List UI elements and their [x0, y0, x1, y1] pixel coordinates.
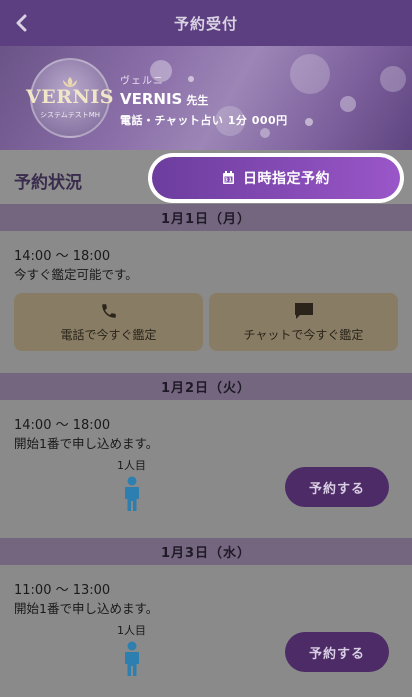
chat-now-label: チャットで今すぐ鑑定: [243, 327, 364, 342]
time-range: 14:00 〜 18:00: [14, 249, 111, 264]
day-section: 14:00 〜 18:00 今すぐ鑑定可能です。 電話で今すぐ鑑定 チャットで今…: [0, 231, 412, 373]
day-header: 1月2日（火）: [0, 373, 412, 400]
svg-text:31: 31: [225, 178, 233, 184]
reserve-button[interactable]: 予約する: [285, 632, 389, 672]
day-header: 1月3日（水）: [0, 538, 412, 565]
reserve-button[interactable]: 予約する: [285, 467, 389, 507]
availability-note: 今すぐ鑑定可能です。: [14, 267, 138, 282]
queue-position: 1人目: [117, 459, 146, 472]
back-button[interactable]: [8, 9, 36, 37]
date-reservation-button-inner: 31 日時指定予約: [152, 157, 400, 199]
teacher-profile: ヴェルニ VERNIS 先生 電話・チャット占い 1分 000円: [120, 72, 288, 128]
day-header: 1月1日（月）: [0, 204, 412, 231]
chat-icon: [294, 302, 314, 320]
teacher-avatar: VERNIS システムテストMH: [26, 58, 114, 138]
date-reservation-button[interactable]: 31 日時指定予約: [148, 153, 404, 203]
day-section: 14:00 〜 18:00 開始1番で申し込めます。 1人目 予約する: [0, 400, 412, 538]
availability-note: 開始1番で申し込めます。: [14, 436, 159, 451]
teacher-price: 電話・チャット占い 1分 000円: [120, 114, 288, 127]
teacher-honorific: 先生: [186, 94, 209, 107]
chevron-left-icon: [16, 14, 27, 32]
phone-now-label: 電話で今すぐ鑑定: [60, 327, 157, 342]
queue-position: 1人目: [117, 624, 146, 637]
phone-icon: [100, 302, 118, 320]
person-icon: [125, 641, 139, 676]
availability-note: 開始1番で申し込めます。: [14, 601, 159, 616]
teacher-kana: ヴェルニ: [120, 76, 164, 87]
page-title: 予約受付: [173, 14, 238, 33]
chat-now-button[interactable]: チャットで今すぐ鑑定: [209, 293, 398, 351]
logo-subtext: システムテストMH: [39, 111, 101, 119]
person-icon: [125, 476, 139, 511]
logo-text: VERNIS: [26, 86, 114, 108]
teacher-name-text: VERNIS: [120, 90, 183, 108]
status-label: 予約状況: [14, 173, 82, 193]
day-section: 11:00 〜 13:00 開始1番で申し込めます。 1人目 予約する: [0, 565, 412, 697]
teacher-banner: VERNIS システムテストMH ヴェルニ VERNIS 先生 電話・チャット占い…: [0, 46, 412, 150]
phone-now-button[interactable]: 電話で今すぐ鑑定: [14, 293, 203, 351]
top-bar: 予約受付: [0, 0, 412, 46]
date-reservation-label: 日時指定予約: [243, 171, 330, 187]
calendar-icon: 31: [222, 171, 235, 185]
teacher-name: VERNIS 先生: [120, 90, 288, 108]
reservation-page: 予約受付 VERNIS システムテストMH ヴェルニ VERNIS 先生 電話・チ…: [0, 0, 412, 697]
time-range: 11:00 〜 13:00: [14, 583, 111, 598]
time-range: 14:00 〜 18:00: [14, 418, 111, 433]
